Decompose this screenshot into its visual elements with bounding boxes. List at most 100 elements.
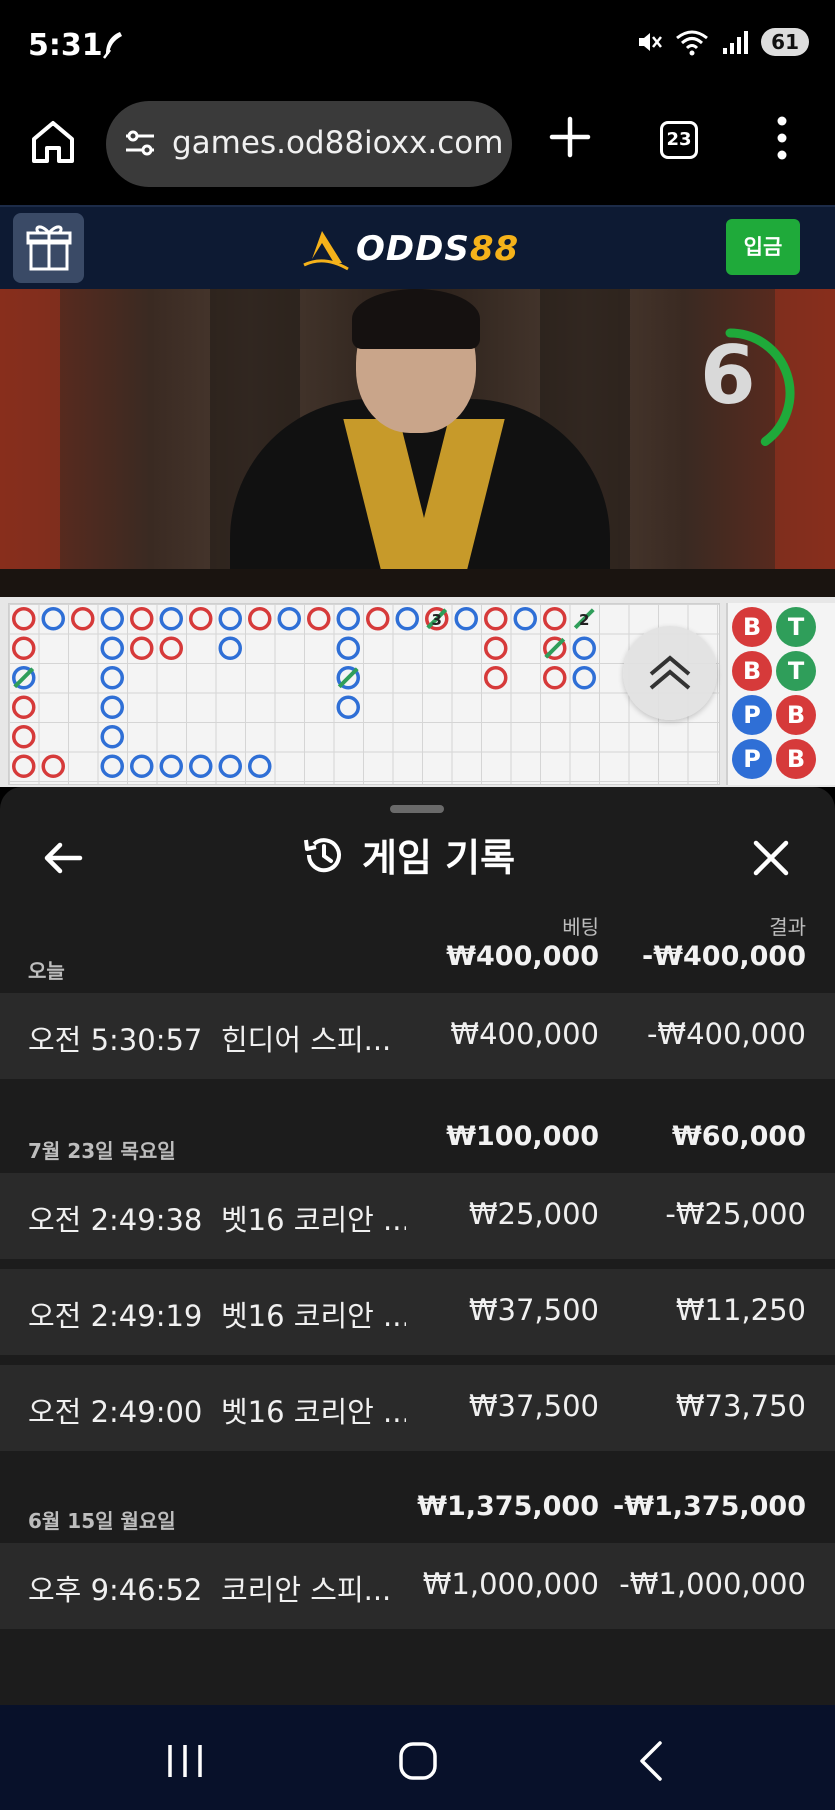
big-road-mark <box>484 666 508 690</box>
logo-mark-icon <box>303 231 349 271</box>
history-record-row[interactable]: 오전 5:30:57 힌디어 스피... ₩400,000 -₩400,000 <box>0 993 835 1079</box>
history-record-row[interactable]: 오전 2:49:00 벳16 코리안 ... ₩37,500 ₩73,750 <box>0 1365 835 1451</box>
record-bet: ₩37,500 <box>468 1389 599 1423</box>
bead-result: B <box>776 739 816 779</box>
expand-roads-button[interactable] <box>623 626 717 720</box>
record-result: -₩400,000 <box>646 1017 806 1051</box>
big-road-mark <box>336 695 360 719</box>
url-text: games.od88ioxx.com <box>172 125 504 161</box>
big-road-mark <box>572 666 596 690</box>
big-road-mark <box>159 636 183 660</box>
sheet-title: 게임 기록 <box>362 836 516 880</box>
site-header: ODDS88 입금 <box>0 205 835 289</box>
big-road-mark <box>484 636 508 660</box>
bead-result: B <box>732 651 772 691</box>
sheet-header: 게임 기록 <box>300 827 515 882</box>
site-settings-icon[interactable] <box>122 125 158 161</box>
group-bet-total: ₩400,000 <box>446 941 599 972</box>
close-icon[interactable] <box>750 837 792 879</box>
screen: 5:31 61 games.od88ioxx.com 23 ODDS88 입금 … <box>0 0 835 1810</box>
big-road-mark <box>336 607 360 631</box>
big-road-mark <box>218 607 242 631</box>
big-road-mark <box>572 636 596 660</box>
dealer <box>352 289 480 349</box>
big-road-mark <box>277 607 301 631</box>
big-road-mark <box>12 636 36 660</box>
record-bet: ₩1,000,000 <box>422 1567 599 1601</box>
record-bet: ₩37,500 <box>468 1293 599 1327</box>
big-road-mark <box>130 607 154 631</box>
big-road-mark <box>41 754 65 778</box>
back-nav-icon[interactable] <box>628 1739 678 1783</box>
big-road-mark <box>12 695 36 719</box>
status-time: 5:31 <box>28 28 103 63</box>
deposit-button[interactable]: 입금 <box>726 219 800 275</box>
gift-icon <box>26 225 72 271</box>
record-bet: ₩400,000 <box>450 1017 599 1051</box>
bead-result: T <box>776 651 816 691</box>
bead-result: T <box>776 607 816 647</box>
record-result: -₩1,000,000 <box>619 1567 806 1601</box>
group-date: 6월 15일 월요일 <box>28 1509 176 1533</box>
wifi-icon <box>676 30 709 56</box>
tie-count-badge: 3 <box>432 611 442 629</box>
big-road-mark <box>159 754 183 778</box>
group-bet-total: ₩100,000 <box>446 1121 599 1152</box>
record-game: 힌디어 스피... <box>221 1023 392 1057</box>
record-bet: ₩25,000 <box>468 1197 599 1231</box>
plus-icon[interactable] <box>548 115 592 159</box>
big-road-mark <box>100 695 124 719</box>
recent-apps-icon[interactable] <box>160 1739 210 1783</box>
big-road-mark <box>395 607 419 631</box>
roadmap-panel: 32 BTBTPBPB <box>0 597 835 787</box>
record-time: 오전 2:49:38 <box>28 1203 203 1237</box>
big-road-mark <box>543 607 567 631</box>
system-nav-bar <box>0 1705 835 1810</box>
big-road-mark <box>454 607 478 631</box>
sheet-handle[interactable] <box>390 805 444 813</box>
big-road-mark <box>189 607 213 631</box>
history-record-row[interactable]: 오전 2:49:38 벳16 코리안 ... ₩25,000 -₩25,000 <box>0 1173 835 1259</box>
big-road-mark <box>100 607 124 631</box>
home-icon[interactable] <box>28 117 78 167</box>
group-date: 7월 23일 목요일 <box>28 1139 176 1163</box>
record-game: 벳16 코리안 ... <box>221 1203 406 1237</box>
big-road-mark <box>484 607 508 631</box>
big-road-mark <box>100 666 124 690</box>
big-road-mark <box>130 636 154 660</box>
history-icon <box>304 837 341 872</box>
big-road-mark <box>12 725 36 749</box>
big-road-mark <box>189 754 213 778</box>
group-date: 오늘 <box>28 959 65 983</box>
site-logo[interactable]: ODDS88 <box>300 227 519 271</box>
big-road-mark <box>336 636 360 660</box>
record-result: -₩25,000 <box>665 1197 806 1231</box>
video-background <box>0 289 60 597</box>
game-history-sheet: 게임 기록 베팅 결과 오늘 ₩400,000 -₩400,000 오전 5:3… <box>0 787 835 1705</box>
group-result-total: -₩400,000 <box>642 941 806 972</box>
group-result-total: -₩1,375,000 <box>612 1491 806 1522</box>
record-game: 벳16 코리안 ... <box>221 1299 406 1333</box>
record-time: 오전 5:30:57 <box>28 1023 203 1057</box>
logo-suffix: 88 <box>469 229 520 269</box>
record-time: 오후 9:46:52 <box>28 1573 203 1607</box>
logo-prefix: ODDS <box>356 229 470 269</box>
bead-result: P <box>732 739 772 779</box>
history-record-row[interactable]: 오전 2:49:19 벳16 코리안 ... ₩37,500 ₩11,250 <box>0 1269 835 1355</box>
browser-toolbar: games.od88ioxx.com 23 <box>0 95 835 205</box>
tab-switcher-icon[interactable]: 23 <box>660 121 698 159</box>
home-nav-icon[interactable] <box>393 1739 443 1783</box>
more-vert-icon[interactable] <box>770 113 794 163</box>
big-road-marks: 32 <box>12 607 596 778</box>
logo-text: ODDS88 <box>356 229 519 269</box>
mute-icon <box>639 33 663 51</box>
gift-button[interactable] <box>13 213 84 283</box>
history-record-row[interactable]: 오후 9:46:52 코리안 스피... ₩1,000,000 -₩1,000,… <box>0 1543 835 1629</box>
address-bar[interactable]: games.od88ioxx.com <box>106 101 512 187</box>
double-chevron-up-icon <box>649 655 691 690</box>
big-road-mark <box>543 666 567 690</box>
big-road-mark <box>307 607 331 631</box>
big-road-mark <box>218 754 242 778</box>
big-road-mark <box>100 636 124 660</box>
back-arrow-icon[interactable] <box>40 835 86 881</box>
